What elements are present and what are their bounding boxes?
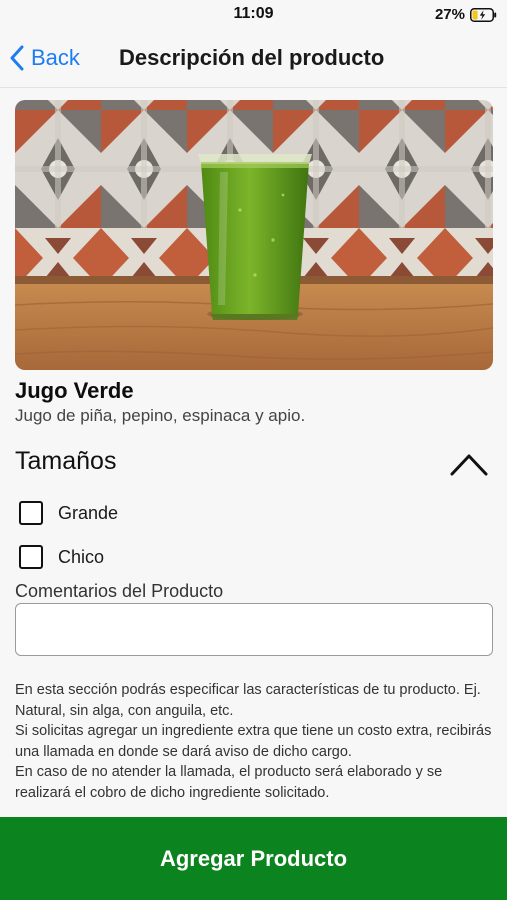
chevron-left-icon <box>10 45 24 71</box>
comments-input[interactable] <box>15 603 493 656</box>
help-paragraph: En caso de no atender la llamada, el pro… <box>15 764 443 801</box>
status-time: 11:09 <box>233 5 274 22</box>
back-label: Back <box>31 45 80 70</box>
size-option-label: Chico <box>58 546 105 567</box>
product-description: Jugo de piña, pepino, espinaca y apio. <box>15 406 306 425</box>
status-bar: 11:09 27% <box>0 0 507 30</box>
product-name: Jugo Verde <box>15 378 134 403</box>
checkbox[interactable] <box>19 501 43 525</box>
chevron-up-icon <box>449 454 489 484</box>
battery-icon <box>470 7 497 22</box>
help-paragraph: Si solicitas agregar un ingrediente extr… <box>15 723 492 760</box>
comments-label: Comentarios del Producto <box>15 581 224 601</box>
sizes-section-title: Tamaños <box>15 447 117 475</box>
size-option-grande[interactable]: Grande <box>19 500 118 526</box>
size-option-chico[interactable]: Chico <box>19 544 104 570</box>
battery-percentage: 27% <box>434 6 465 23</box>
back-button[interactable]: Back <box>10 42 80 74</box>
add-product-button[interactable]: Agregar Producto <box>0 817 507 900</box>
help-paragraph: En esta sección podrás especificar las c… <box>15 682 481 719</box>
size-option-label: Grande <box>58 502 119 523</box>
page-title: Descripción del producto <box>119 45 385 70</box>
help-text: En esta sección podrás especificar las c… <box>15 680 493 817</box>
battery-indicator: 27% <box>435 6 497 23</box>
checkbox[interactable] <box>19 545 43 569</box>
product-image <box>15 100 493 370</box>
navigation-bar: Back Descripción del producto <box>0 30 507 88</box>
sizes-collapse-toggle[interactable] <box>449 448 489 480</box>
